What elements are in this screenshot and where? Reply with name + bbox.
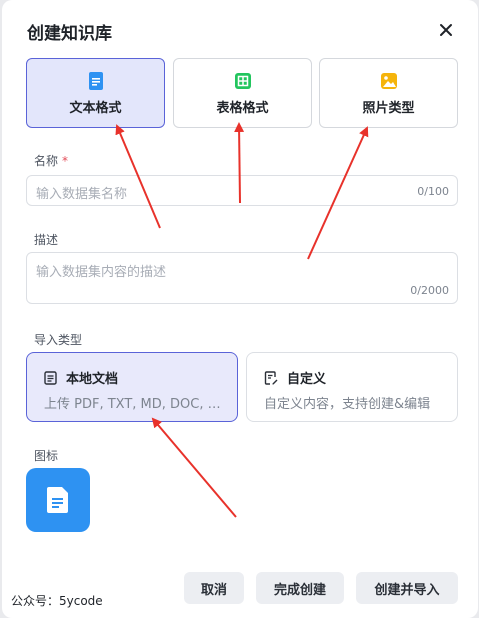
create-and-import-button[interactable]: 创建并导入	[356, 572, 458, 604]
document-icon	[44, 370, 57, 385]
description-textarea[interactable]: 输入数据集内容的描述 0/2000	[26, 252, 458, 304]
close-button[interactable]	[434, 18, 458, 42]
import-option-title: 本地文档	[66, 372, 119, 387]
import-option-description: 上传 PDF, TXT, MD, DOC, …	[44, 397, 221, 412]
type-option-label: 表格格式	[216, 100, 269, 116]
name-counter: 0/100	[417, 185, 449, 198]
name-input[interactable]: 输入数据集名称 0/100	[26, 175, 458, 206]
name-label: 名称 *	[34, 152, 68, 169]
image-icon	[380, 72, 397, 89]
import-option-title: 自定义	[287, 372, 327, 387]
import-option-local-docs[interactable]: 本地文档 上传 PDF, TXT, MD, DOC, …	[26, 352, 238, 422]
close-icon	[440, 24, 452, 36]
required-mark: *	[62, 154, 69, 168]
description-placeholder: 输入数据集内容的描述	[36, 265, 167, 280]
import-option-description: 自定义内容，支持创建&编辑	[264, 397, 431, 412]
import-type-label: 导入类型	[34, 333, 83, 347]
name-label-text: 名称	[34, 154, 59, 168]
icon-label: 图标	[34, 449, 59, 463]
type-option-label: 照片类型	[362, 100, 415, 116]
knowledge-base-icon-picker[interactable]	[26, 468, 90, 532]
import-option-custom[interactable]: 自定义 自定义内容，支持创建&编辑	[246, 352, 458, 422]
type-option-text[interactable]: 文本格式	[26, 58, 165, 128]
type-option-label: 文本格式	[69, 100, 122, 116]
dialog-title: 创建知识库	[27, 24, 112, 44]
description-counter: 0/2000	[410, 284, 449, 297]
watermark: 公众号：5ycode	[11, 594, 103, 608]
edit-doc-icon	[264, 370, 278, 385]
finish-create-button[interactable]: 完成创建	[256, 572, 344, 604]
description-label: 描述	[34, 233, 59, 247]
type-option-image[interactable]: 照片类型	[319, 58, 458, 128]
cancel-button[interactable]: 取消	[184, 572, 244, 604]
document-icon	[47, 487, 68, 513]
type-option-table[interactable]: 表格格式	[173, 58, 312, 128]
table-icon	[234, 72, 251, 89]
name-placeholder: 输入数据集名称	[36, 187, 128, 202]
text-doc-icon	[88, 71, 103, 90]
